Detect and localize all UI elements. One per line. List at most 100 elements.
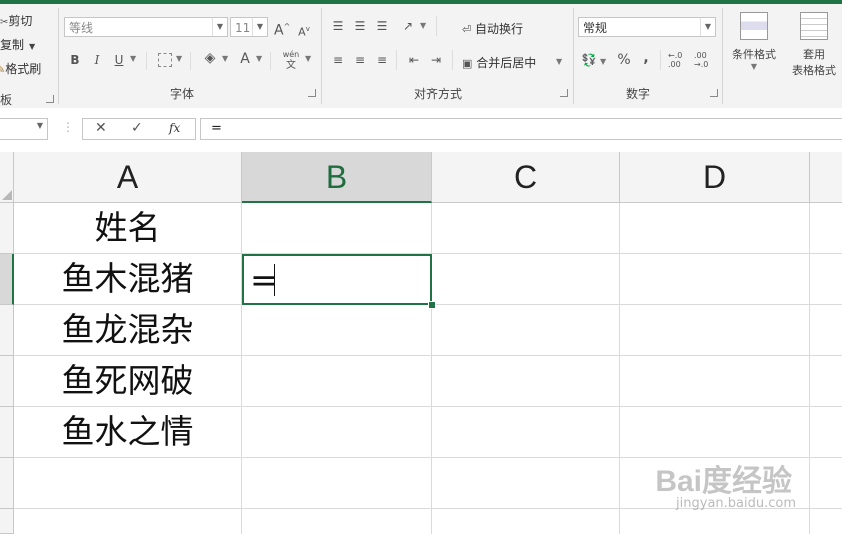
conditional-format-dropdown-icon: ▼ [750,62,758,71]
cut-button[interactable]: ✂剪切 [0,12,32,31]
divider [452,50,453,70]
alignment-group: ☰ ☰ ☰ ↗ ▼ ⏎ 自动换行 ≡ ≡ ≡ ⇤ ⇥ ▣ 合并后居中 ▼ 对齐方… [324,0,570,108]
copy-dropdown-icon[interactable]: ▼ [29,42,35,51]
wrap-text-icon: ⏎ [462,23,472,36]
align-bottom-icon[interactable]: ☰ [374,18,390,34]
shrink-font-button[interactable]: Av [296,21,312,41]
comma-button[interactable]: , [640,50,652,66]
underline-dropdown-icon[interactable]: ▼ [130,54,136,63]
font-launcher-icon[interactable] [308,89,316,97]
grow-font-button[interactable]: A^ [274,19,290,39]
row-header[interactable] [0,458,14,509]
font-color-button[interactable]: A [238,51,252,67]
grow-font-icon: A [274,22,284,39]
enter-icon[interactable]: ✓ [131,120,143,136]
number-format-value: 常规 [583,21,608,35]
column-header-d[interactable]: D [620,152,810,203]
row-header[interactable] [0,356,14,407]
wrap-text-button[interactable]: ⏎ 自动换行 [462,20,523,38]
decrease-indent-icon[interactable]: ⇤ [406,52,422,68]
underline-button[interactable]: U [112,52,126,68]
column-header-e-partial[interactable] [810,152,842,203]
cell-a[interactable]: 鱼水之情 [14,407,242,458]
borders-icon[interactable] [158,53,172,67]
cut-label: 剪切 [8,14,33,28]
font-size-combo[interactable]: 11 ▼ [230,17,268,37]
select-all-corner[interactable] [0,152,14,203]
cell-a[interactable]: 鱼死网破 [14,356,242,407]
italic-button[interactable]: I [90,52,104,68]
bold-button[interactable]: B [68,52,82,68]
number-launcher-icon[interactable] [710,89,718,97]
divider [396,50,397,70]
font-color-dropdown-icon[interactable]: ▼ [256,54,262,63]
cancel-icon[interactable]: ✕ [95,120,107,136]
divider [436,16,437,36]
chevron-down-icon[interactable]: ▼ [37,121,43,130]
cell-a-empty[interactable] [14,458,242,509]
font-name-value: 等线 [69,21,94,35]
merge-center-label: 合并后居中 [476,56,537,70]
alignment-group-label: 对齐方式 [414,87,463,101]
increase-indent-icon[interactable]: ⇥ [428,52,444,68]
row-header[interactable] [0,509,14,534]
align-top-icon[interactable]: ☰ [330,18,346,34]
fill-color-dropdown-icon[interactable]: ▼ [222,54,228,63]
number-group: 常规 ▼ 💱 ▼ % , ←.0 .00 .00 →.0 数字 [576,0,722,108]
merge-dropdown-icon[interactable]: ▼ [556,57,562,66]
table-format-label-1: 套用 [803,48,825,61]
align-middle-icon[interactable]: ☰ [352,18,368,34]
conditional-format-button[interactable]: 条件格式 ▼ [726,12,782,71]
fill-handle[interactable] [428,301,436,309]
align-left-icon[interactable]: ≡ [330,52,346,68]
cell-a[interactable]: 鱼木混猪 [14,254,242,305]
currency-dropdown-icon[interactable]: ▼ [600,57,606,66]
format-painter-button[interactable]: ✎格式刷 [0,60,41,77]
borders-dropdown-icon[interactable]: ▼ [176,54,182,63]
chevron-down-icon: ▼ [212,18,227,36]
font-name-combo[interactable]: 等线 ▼ [64,17,228,37]
alignment-launcher-icon[interactable] [560,89,568,97]
cell-a-header[interactable]: 姓名 [14,203,242,254]
align-right-icon[interactable]: ≡ [374,52,390,68]
shrink-font-icon: A [298,25,306,39]
column-header-c[interactable]: C [432,152,620,203]
row-header[interactable] [0,407,14,458]
number-format-combo[interactable]: 常规 ▼ [578,17,716,37]
wrap-text-label: 自动换行 [475,22,524,36]
orientation-dropdown-icon[interactable]: ▼ [420,21,426,30]
cell-a[interactable]: 鱼龙混杂 [14,305,242,356]
clipboard-launcher-icon[interactable] [46,95,54,103]
text-caret [274,264,275,296]
decrease-decimal-button[interactable]: .00 →.0 [694,51,714,69]
merge-center-button[interactable]: ▣ 合并后居中 [462,54,536,72]
row-header[interactable] [0,203,14,254]
row-header[interactable] [0,305,14,356]
name-box[interactable]: ▼ [0,118,48,140]
conditional-format-label: 条件格式 [732,48,776,61]
group-separator [58,8,59,104]
merge-cells-icon: ▣ [462,57,473,70]
increase-decimal-button[interactable]: ←.0 .00 [668,51,688,69]
row-header-selected[interactable] [0,254,14,305]
copy-button[interactable]: 复制 ▼ [0,36,35,53]
percent-button[interactable]: % [616,52,632,68]
orientation-icon[interactable]: ↗ [400,18,416,34]
format-as-table-button[interactable]: 套用 表格格式 [786,12,842,78]
phonetic-dropdown-icon[interactable]: ▼ [305,54,311,63]
fill-color-icon[interactable]: ◈ [202,50,218,66]
divider [146,52,147,70]
active-cell-b2[interactable]: = [242,254,432,305]
align-center-icon[interactable]: ≡ [352,52,368,68]
cell-a-empty[interactable] [14,509,242,534]
formula-buttons: ✕ ✓ fx [82,118,196,140]
phonetic-guide-button[interactable]: wén 文 [280,49,302,71]
formula-bar-grip-icon[interactable]: ⋮ [62,120,74,134]
insert-function-icon[interactable]: fx [169,121,180,135]
formula-input[interactable]: = [200,118,842,140]
chevron-down-icon: ▼ [252,18,267,36]
column-header-a[interactable]: A [14,152,242,203]
clipboard-group-label: 板 [0,93,13,107]
currency-icon[interactable]: 💱 [580,52,598,68]
column-header-b[interactable]: B [242,152,432,203]
